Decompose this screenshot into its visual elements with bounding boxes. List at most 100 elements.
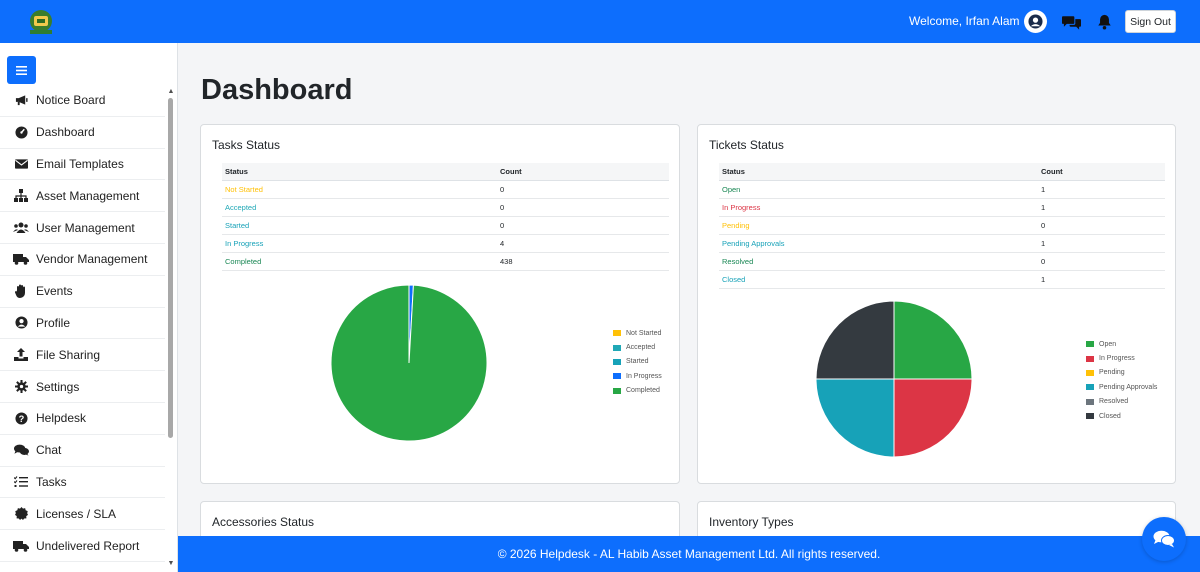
footer: © 2026 Helpdesk - AL Habib Asset Managem… xyxy=(178,536,1200,572)
legend-swatch xyxy=(613,373,621,380)
legend-swatch xyxy=(1086,341,1094,348)
status-cell: Open xyxy=(719,180,1038,199)
pie-slice-in-progress[interactable] xyxy=(893,378,973,458)
sidebar-item-asset-management[interactable]: Asset Management xyxy=(0,180,165,213)
status-cell: Pending xyxy=(719,216,1038,235)
list-check-icon xyxy=(13,475,29,489)
sidebar-item-tasks[interactable]: Tasks xyxy=(0,467,165,499)
legend-swatch xyxy=(1086,355,1094,362)
sidebar-item-dashboard[interactable]: Dashboard xyxy=(0,117,165,149)
user-avatar-icon xyxy=(1028,14,1043,29)
company-logo[interactable] xyxy=(25,6,57,38)
sidebar-item-chat[interactable]: Chat xyxy=(0,435,165,467)
count-cell: 438 xyxy=(497,252,669,271)
envelope-icon xyxy=(13,157,29,171)
pie-slice-closed[interactable] xyxy=(815,300,895,380)
legend-swatch xyxy=(1086,369,1094,376)
sidebar-item-label: User Management xyxy=(36,220,135,235)
top-navbar: Welcome, Irfan Alam Sign Out xyxy=(0,0,1200,43)
sidebar-item-helpdesk[interactable]: ? Helpdesk xyxy=(0,403,165,435)
table-row: Closed 1 xyxy=(719,270,1165,289)
tickets-status-table: Status Count Open 1 In Progress 1 Pendin… xyxy=(719,163,1165,289)
bell-icon xyxy=(1097,14,1111,30)
sidebar-item-licenses-sla[interactable]: Licenses / SLA xyxy=(0,498,165,531)
legend-label: Resolved xyxy=(1099,398,1129,406)
scroll-down-arrow[interactable]: ▼ xyxy=(167,560,175,568)
sidebar-item-label: Tasks xyxy=(36,474,67,489)
table-row: In Progress 4 xyxy=(222,234,669,253)
tickets-legend: Open In Progress Pending Pending Approva… xyxy=(1086,337,1157,423)
notifications-button[interactable] xyxy=(1093,11,1115,33)
status-cell: Completed xyxy=(222,252,497,271)
legend-item: Pending Approvals xyxy=(1086,380,1157,394)
status-cell: Not Started xyxy=(222,180,497,199)
legend-item: In Progress xyxy=(1086,351,1157,365)
upload-icon xyxy=(13,348,29,362)
sidebar-scrollbar[interactable]: ▲ ▼ xyxy=(167,88,175,568)
sidebar-item-label: Helpdesk xyxy=(36,411,87,426)
status-cell: In Progress xyxy=(719,198,1038,217)
chat-icon xyxy=(13,443,29,457)
sidebar-item-profile[interactable]: Profile xyxy=(0,308,165,340)
legend-label: Open xyxy=(1099,340,1117,348)
messages-icon xyxy=(1061,16,1081,30)
column-header-count: Count xyxy=(1038,163,1165,181)
count-cell: 0 xyxy=(497,216,669,235)
count-cell: 1 xyxy=(1038,180,1165,199)
card-title: Inventory Types xyxy=(709,515,794,529)
count-cell: 0 xyxy=(1038,216,1165,235)
table-row: Not Started 0 xyxy=(222,180,669,199)
sidebar-item-label: Notice Board xyxy=(36,93,106,108)
sidebar-item-label: Vendor Management xyxy=(36,252,148,267)
sidebar-item-vendor-management[interactable]: Vendor Management xyxy=(0,244,165,276)
status-cell: In Progress xyxy=(222,234,497,253)
user-avatar[interactable] xyxy=(1024,10,1047,33)
legend-swatch xyxy=(613,387,621,394)
pie-slice-completed[interactable] xyxy=(330,284,488,442)
sidebar-item-user-management[interactable]: User Management xyxy=(0,212,165,244)
scroll-thumb[interactable] xyxy=(168,98,173,438)
sidebar-item-label: File Sharing xyxy=(36,347,101,362)
question-icon: ? xyxy=(13,411,29,425)
page-title: Dashboard xyxy=(201,74,353,106)
sidebar-item-label: Undelivered Report xyxy=(36,538,140,553)
table-row: Open 1 xyxy=(719,180,1165,199)
sidebar-item-settings[interactable]: Settings xyxy=(0,371,165,403)
status-cell: Started xyxy=(222,216,497,235)
footer-copyright: © 2026 Helpdesk - AL Habib Asset Managem… xyxy=(497,547,881,561)
sidebar-item-label: Licenses / SLA xyxy=(36,506,117,521)
chat-fab-button[interactable] xyxy=(1142,517,1186,561)
messages-button[interactable] xyxy=(1060,11,1082,33)
tickets-status-card: Tickets Status Status Count Open 1 In Pr… xyxy=(697,124,1176,484)
sidebar-item-undelivered-report[interactable]: Undelivered Report xyxy=(0,530,165,562)
sidebar-item-notice-board[interactable]: Notice Board xyxy=(0,85,165,117)
legend-item: Open xyxy=(1086,337,1157,351)
sidebar-item-file-sharing[interactable]: File Sharing xyxy=(0,339,165,372)
legend-label: Not Started xyxy=(626,329,662,337)
megaphone-icon xyxy=(13,93,29,107)
table-row: Pending 0 xyxy=(719,216,1165,235)
legend-swatch xyxy=(1086,413,1094,420)
table-header-row: Status Count xyxy=(719,163,1165,181)
table-row: Pending Approvals 1 xyxy=(719,234,1165,253)
sidebar-item-email-templates[interactable]: Email Templates xyxy=(0,149,165,181)
table-header-row: Status Count xyxy=(222,163,669,181)
sidebar-item-label: Chat xyxy=(36,443,62,458)
card-title: Accessories Status xyxy=(212,515,315,529)
welcome-text: Welcome, Irfan Alam xyxy=(909,14,1020,28)
sidebar-item-events[interactable]: Events xyxy=(0,276,165,308)
table-row: Started 0 xyxy=(222,216,669,235)
legend-swatch xyxy=(613,358,621,365)
legend-swatch xyxy=(1086,384,1094,391)
menu-toggle-button[interactable] xyxy=(7,56,36,84)
hamburger-icon xyxy=(16,65,27,75)
scroll-up-arrow[interactable]: ▲ xyxy=(167,88,175,96)
tasks-status-card: Tasks Status Status Count Not Started 0 … xyxy=(200,124,680,484)
pie-slice-open[interactable] xyxy=(893,300,973,380)
count-cell: 1 xyxy=(1038,234,1165,253)
legend-swatch xyxy=(613,330,621,337)
sign-out-button[interactable]: Sign Out xyxy=(1125,10,1176,33)
pie-slice-pending-approvals[interactable] xyxy=(815,378,895,458)
sidebar-item-label: Settings xyxy=(36,379,80,394)
status-cell: Pending Approvals xyxy=(719,234,1038,253)
